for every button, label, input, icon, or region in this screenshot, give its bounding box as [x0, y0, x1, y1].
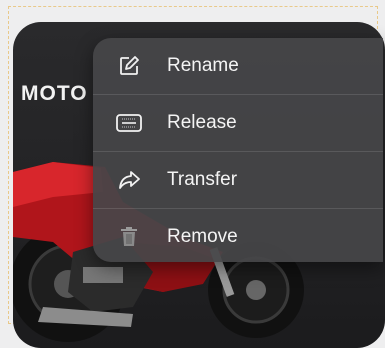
share-arrow-icon	[115, 168, 143, 192]
menu-item-release[interactable]: Release	[93, 95, 383, 151]
menu-item-remove[interactable]: Remove	[93, 209, 383, 265]
release-icon	[115, 111, 143, 135]
menu-item-label: Release	[167, 112, 237, 133]
menu-item-rename[interactable]: Rename	[93, 38, 383, 94]
menu-item-label: Transfer	[167, 169, 238, 190]
edit-icon	[115, 54, 143, 78]
brand-logo-text: MOTO	[21, 82, 88, 105]
trash-icon	[115, 225, 143, 249]
menu-item-label: Remove	[167, 226, 238, 247]
menu-item-transfer[interactable]: Transfer	[93, 152, 383, 208]
context-menu: Rename Release Transfer Remove	[93, 38, 383, 262]
menu-item-label: Rename	[167, 55, 239, 76]
